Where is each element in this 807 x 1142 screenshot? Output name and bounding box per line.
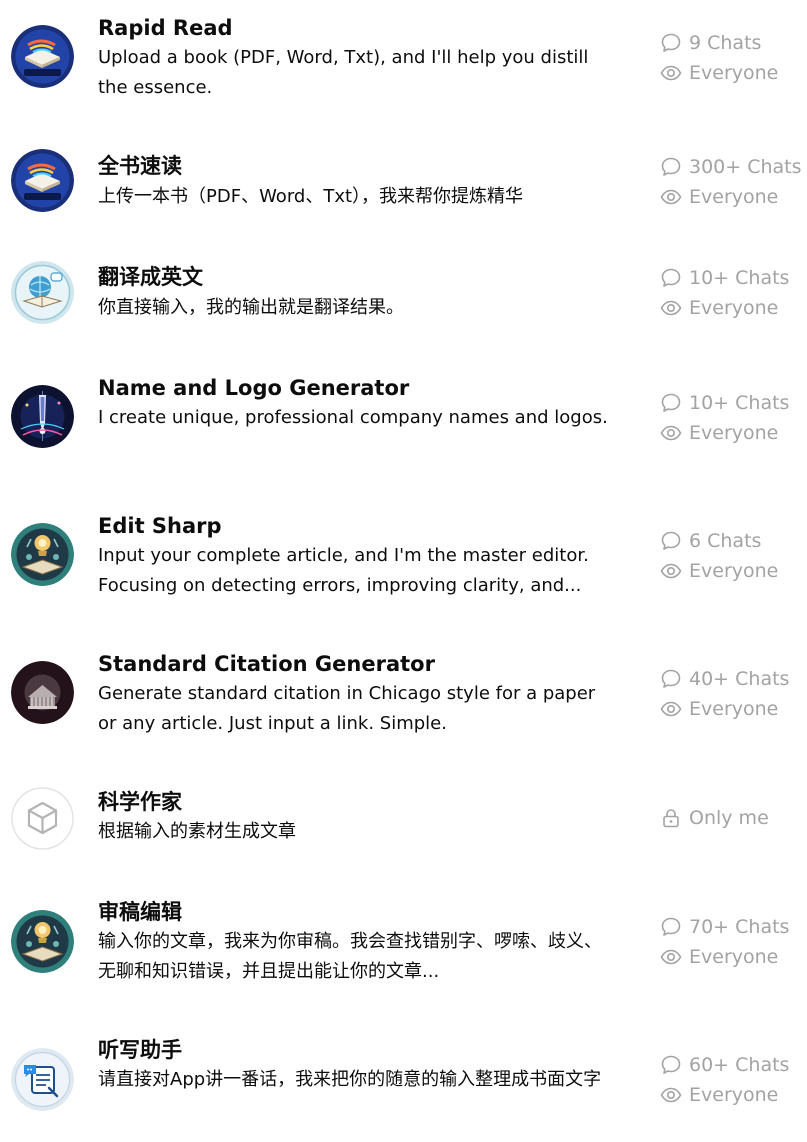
gpt-row-quan-shu-su-du[interactable]: 全书速读 上传一本书（PDF、Word、Txt），我来帮你提炼精华 300+ C… bbox=[0, 130, 807, 250]
gpt-row-shen-gao-bian-ji[interactable]: 审稿编辑 输入你的文章，我来为你审稿。我会查找错别字、啰嗦、歧义、无聊和知识错误… bbox=[0, 884, 807, 1004]
visibility-label: Everyone bbox=[689, 946, 779, 968]
chat-bubble-icon bbox=[660, 32, 682, 54]
chat-count: 10+ Chats bbox=[689, 392, 790, 414]
gpt-title: Rapid Read bbox=[98, 16, 233, 40]
visibility-label: Only me bbox=[689, 807, 769, 829]
lock-icon bbox=[660, 807, 682, 829]
visibility-label: Everyone bbox=[689, 422, 779, 444]
gpt-description: Generate standard citation in Chicago st… bbox=[98, 683, 596, 734]
eye-icon bbox=[660, 1084, 682, 1106]
gpt-row-fan-yi-cheng-ying-wen[interactable]: 翻译成英文 你直接输入，我的输出就是翻译结果。 10+ Chats Everyo… bbox=[0, 250, 807, 370]
gpt-row-rapid-read[interactable]: Rapid Read Upload a book (PDF, Word, Txt… bbox=[0, 0, 807, 120]
visibility-label: Everyone bbox=[689, 698, 779, 720]
cube-placeholder-avatar bbox=[11, 787, 74, 850]
chat-count: 40+ Chats bbox=[689, 668, 790, 690]
chat-count: 10+ Chats bbox=[689, 267, 790, 289]
gpt-title: 审稿编辑 bbox=[98, 900, 182, 924]
eye-icon bbox=[660, 422, 682, 444]
gpt-description: 请直接对App讲一番话，我来把你的随意的输入整理成书面文字 bbox=[98, 1069, 602, 1090]
gpt-title: Standard Citation Generator bbox=[98, 652, 435, 676]
visibility-label: Everyone bbox=[689, 560, 779, 582]
globe-book-avatar bbox=[11, 261, 74, 324]
gpt-meta: 10+ Chats Everyone bbox=[660, 263, 789, 323]
gpt-title: Name and Logo Generator bbox=[98, 376, 410, 400]
chat-count: 70+ Chats bbox=[689, 916, 790, 938]
gpt-meta: 60+ Chats Everyone bbox=[660, 1050, 789, 1110]
gpt-row-ting-xie-zhu-shou[interactable]: 听写助手 请直接对App讲一番话，我来把你的随意的输入整理成书面文字 60+ C… bbox=[0, 1022, 807, 1142]
gpt-description: 上传一本书（PDF、Word、Txt），我来帮你提炼精华 bbox=[98, 186, 524, 207]
gpt-title: 全书速读 bbox=[98, 154, 182, 178]
gpt-row-edit-sharp[interactable]: Edit Sharp Input your complete article, … bbox=[0, 498, 807, 618]
book-brand-avatar bbox=[11, 25, 74, 88]
eye-icon bbox=[660, 698, 682, 720]
gpt-meta: 40+ Chats Everyone bbox=[660, 664, 789, 724]
gpt-meta: 9 Chats Everyone bbox=[660, 28, 778, 88]
chat-count: 300+ Chats bbox=[689, 156, 802, 178]
library-avatar bbox=[11, 661, 74, 724]
visibility-label: Everyone bbox=[689, 1084, 779, 1106]
gpt-meta: 10+ Chats Everyone bbox=[660, 388, 789, 448]
dictation-avatar bbox=[11, 1048, 74, 1111]
eye-icon bbox=[660, 186, 682, 208]
chat-bubble-icon bbox=[660, 530, 682, 552]
gpt-title: Edit Sharp bbox=[98, 514, 222, 538]
gpt-row-name-and-logo-generator[interactable]: Name and Logo Generator I create unique,… bbox=[0, 360, 807, 480]
eye-icon bbox=[660, 62, 682, 84]
eye-icon bbox=[660, 560, 682, 582]
gpt-meta: 6 Chats Everyone bbox=[660, 526, 778, 586]
gpt-description: I create unique, professional company na… bbox=[98, 407, 608, 428]
chat-bubble-icon bbox=[660, 267, 682, 289]
book-brand-avatar bbox=[11, 149, 74, 212]
chat-bubble-icon bbox=[660, 668, 682, 690]
gpt-description: Input your complete article, and I'm the… bbox=[98, 545, 589, 596]
editor-desk-avatar bbox=[11, 910, 74, 973]
editor-desk-avatar bbox=[11, 523, 74, 586]
gpt-meta: Only me bbox=[660, 803, 769, 833]
chat-count: 6 Chats bbox=[689, 530, 762, 552]
chat-bubble-icon bbox=[660, 916, 682, 938]
chat-bubble-icon bbox=[660, 156, 682, 178]
gpt-description: 你直接输入，我的输出就是翻译结果。 bbox=[98, 297, 404, 318]
gpt-row-ke-xue-zuo-jia[interactable]: 科学作家 根据输入的素材生成文章 Only me bbox=[0, 774, 807, 894]
chat-bubble-icon bbox=[660, 1054, 682, 1076]
gpt-list: Rapid Read Upload a book (PDF, Word, Txt… bbox=[0, 0, 807, 1142]
pen-light-avatar bbox=[11, 385, 74, 448]
gpt-meta: 300+ Chats Everyone bbox=[660, 152, 802, 212]
gpt-title: 听写助手 bbox=[98, 1038, 182, 1062]
eye-icon bbox=[660, 946, 682, 968]
gpt-meta: 70+ Chats Everyone bbox=[660, 912, 789, 972]
gpt-row-standard-citation-generator[interactable]: Standard Citation Generator Generate sta… bbox=[0, 636, 807, 756]
visibility-label: Everyone bbox=[689, 62, 779, 84]
gpt-title: 翻译成英文 bbox=[98, 265, 203, 289]
gpt-description: Upload a book (PDF, Word, Txt), and I'll… bbox=[98, 47, 589, 98]
gpt-description: 根据输入的素材生成文章 bbox=[98, 821, 296, 842]
gpt-description: 输入你的文章，我来为你审稿。我会查找错别字、啰嗦、歧义、无聊和知识错误，并且提出… bbox=[98, 931, 602, 982]
gpt-title: 科学作家 bbox=[98, 790, 182, 814]
chat-count: 60+ Chats bbox=[689, 1054, 790, 1076]
visibility-label: Everyone bbox=[689, 297, 779, 319]
chat-count: 9 Chats bbox=[689, 32, 762, 54]
visibility-label: Everyone bbox=[689, 186, 779, 208]
chat-bubble-icon bbox=[660, 392, 682, 414]
eye-icon bbox=[660, 297, 682, 319]
